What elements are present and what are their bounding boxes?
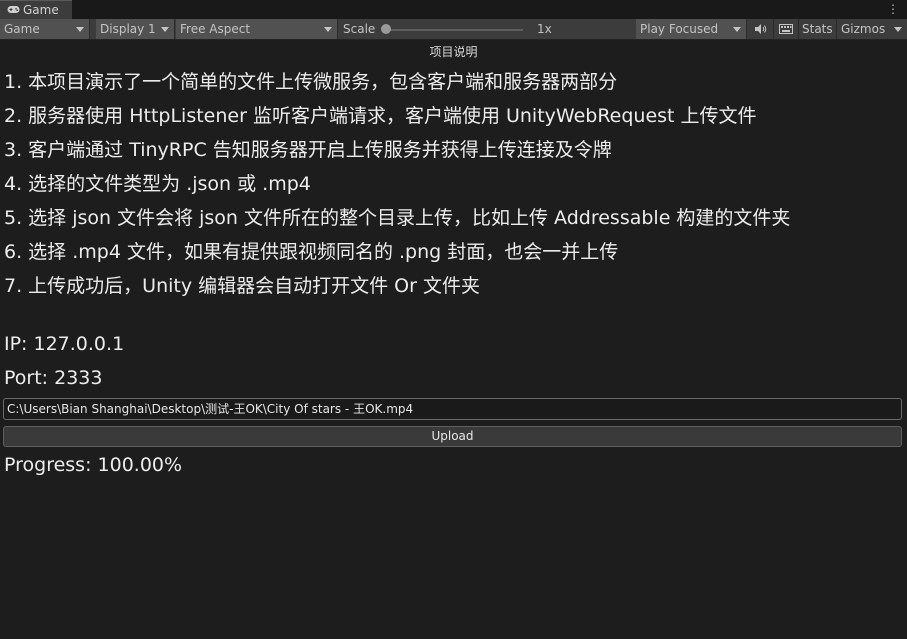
chevron-down-icon: [324, 27, 332, 32]
port-label: Port: 2333: [4, 367, 103, 389]
instruction-line: 3. 客户端通过 TinyRPC 告知服务器开启上传服务并获得上传连接及令牌: [4, 139, 612, 161]
scale-slider-track[interactable]: [383, 29, 523, 31]
toolbar-divider: [798, 19, 799, 39]
aspect-dropdown[interactable]: Free Aspect: [176, 19, 338, 39]
audio-mute-icon[interactable]: [751, 19, 771, 39]
instruction-line: 1. 本项目演示了一个简单的文件上传微服务，包含客户端和服务器两部分: [4, 71, 618, 93]
more-options-icon[interactable]: ⋮: [887, 2, 899, 16]
play-mode-dropdown[interactable]: Play Focused: [636, 19, 747, 39]
toolbar-divider: [773, 19, 774, 39]
chevron-down-icon: [76, 27, 84, 32]
page-title: 项目说明: [429, 45, 478, 59]
tab-title: Game: [23, 3, 59, 17]
window-tab-bar: Game ⋮: [0, 0, 907, 19]
display-label: Display 1: [100, 22, 156, 36]
chevron-down-icon: [161, 27, 169, 32]
instruction-line: 4. 选择的文件类型为 .json 或 .mp4: [4, 173, 311, 195]
instruction-line: 6. 选择 .mp4 文件，如果有提供跟视频同名的 .png 封面，也会一并上传: [4, 241, 619, 263]
scale-value: 1x: [537, 22, 552, 36]
display-dropdown[interactable]: Display 1: [96, 19, 175, 39]
file-path-field[interactable]: C:\Users\Bian Shanghai\Desktop\测试-王OK\Ci…: [3, 398, 902, 420]
game-view-toolbar: Game Display 1 Free Aspect Scale 1x Play…: [0, 19, 907, 40]
chevron-down-icon: [733, 27, 741, 32]
game-view: [0, 40, 907, 639]
instruction-line: 5. 选择 json 文件会将 json 文件所在的整个目录上传，比如上传 Ad…: [4, 207, 791, 229]
gizmos-label: Gizmos: [841, 22, 886, 36]
play-mode-label: Play Focused: [640, 22, 719, 36]
ip-label: IP: 127.0.0.1: [4, 333, 125, 355]
progress-label: Progress: 100.00%: [4, 454, 183, 476]
stats-button[interactable]: Stats: [802, 19, 833, 39]
chevron-down-icon: [894, 27, 902, 32]
aspect-label: Free Aspect: [180, 22, 251, 36]
gizmos-dropdown[interactable]: Gizmos: [841, 19, 907, 39]
scale-slider-thumb[interactable]: [381, 24, 391, 34]
scale-label: Scale: [343, 22, 376, 36]
instruction-line: 2. 服务器使用 HttpListener 监听客户端请求，客户端使用 Unit…: [4, 105, 757, 127]
view-mode-label: Game: [4, 22, 40, 36]
gamepad-icon: [7, 3, 20, 17]
tab-game[interactable]: Game: [0, 0, 72, 19]
keyboard-icon[interactable]: [776, 19, 796, 39]
upload-button[interactable]: Upload: [3, 426, 902, 447]
view-mode-dropdown[interactable]: Game: [0, 19, 90, 39]
toolbar-divider: [836, 19, 837, 39]
instruction-line: 7. 上传成功后，Unity 编辑器会自动打开文件 Or 文件夹: [4, 275, 480, 297]
